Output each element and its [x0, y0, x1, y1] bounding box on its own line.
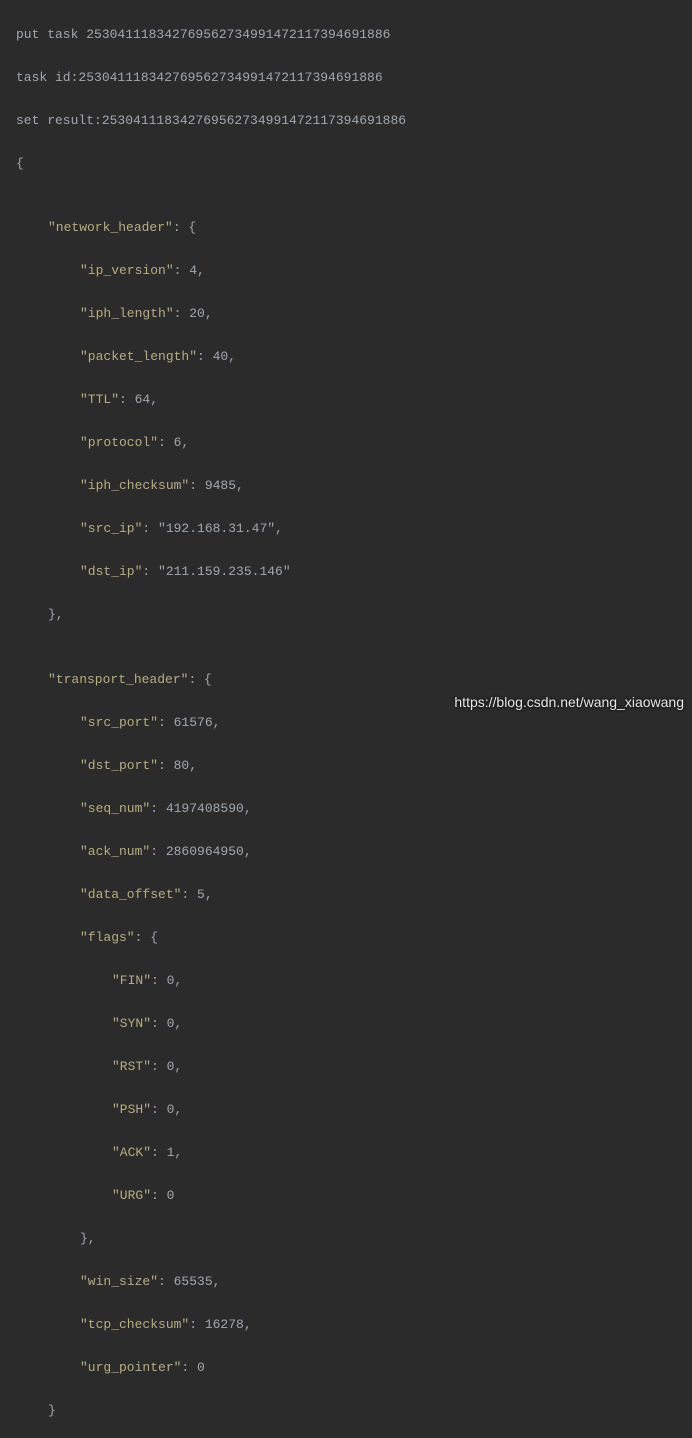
brace-open: {: [16, 153, 684, 175]
row-urg-pointer: "urg_pointer": 0: [16, 1357, 684, 1379]
transport-header-close: }: [16, 1400, 684, 1422]
row-ip-version: "ip_version": 4,: [16, 260, 684, 282]
row-flag-rst: "RST": 0,: [16, 1056, 684, 1078]
row-iph-length: "iph_length": 20,: [16, 303, 684, 325]
row-flag-fin: "FIN": 0,: [16, 970, 684, 992]
watermark: https://blog.csdn.net/wang_xiaowang: [454, 692, 684, 714]
line-set-result: set result:25304111834276956273499147211…: [16, 110, 684, 132]
row-dst-port: "dst_port": 80,: [16, 755, 684, 777]
row-packet-length: "packet_length": 40,: [16, 346, 684, 368]
row-protocol: "protocol": 6,: [16, 432, 684, 454]
row-tcp-checksum: "tcp_checksum": 16278,: [16, 1314, 684, 1336]
row-dst-ip: "dst_ip": "211.159.235.146": [16, 561, 684, 583]
row-ttl: "TTL": 64,: [16, 389, 684, 411]
row-win-size: "win_size": 65535,: [16, 1271, 684, 1293]
key-network-header: "network_header": [48, 220, 173, 235]
key-transport-header: "transport_header": [48, 672, 188, 687]
row-flag-ack: "ACK": 1,: [16, 1142, 684, 1164]
row-flags-open: "flags": {: [16, 927, 684, 949]
line-task-id: task id:25304111834276956273499147211739…: [16, 67, 684, 89]
console-output: put task 2530411183427695627349914721173…: [0, 0, 692, 1438]
network-header-close: },: [16, 604, 684, 626]
row-data-offset: "data_offset": 5,: [16, 884, 684, 906]
row-iph-checksum: "iph_checksum": 9485,: [16, 475, 684, 497]
transport-header-open: "transport_header": {: [16, 669, 684, 691]
row-src-port: "src_port": 61576,: [16, 712, 684, 734]
line-put-task: put task 2530411183427695627349914721173…: [16, 24, 684, 46]
network-header-open: "network_header": {: [16, 217, 684, 239]
row-flag-psh: "PSH": 0,: [16, 1099, 684, 1121]
row-ack-num: "ack_num": 2860964950,: [16, 841, 684, 863]
row-seq-num: "seq_num": 4197408590,: [16, 798, 684, 820]
row-src-ip: "src_ip": "192.168.31.47",: [16, 518, 684, 540]
row-flag-urg: "URG": 0: [16, 1185, 684, 1207]
row-flag-syn: "SYN": 0,: [16, 1013, 684, 1035]
row-flags-close: },: [16, 1228, 684, 1250]
